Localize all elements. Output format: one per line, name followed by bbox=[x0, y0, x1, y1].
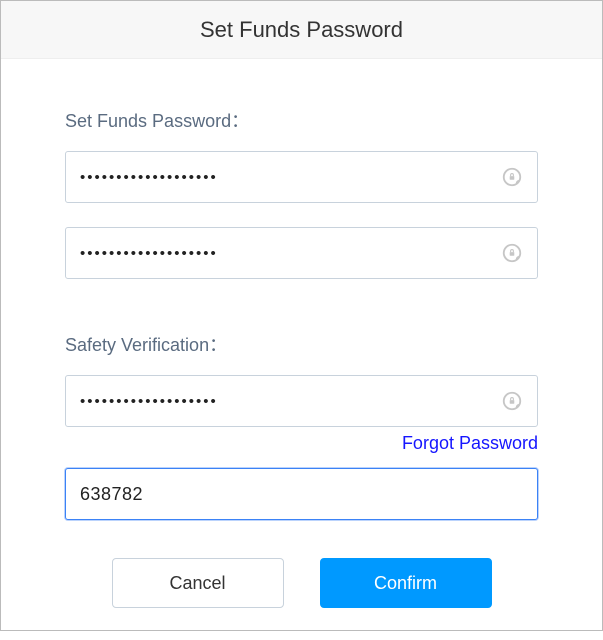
confirm-button[interactable]: Confirm bbox=[320, 558, 492, 608]
forgot-password-row: Forgot Password bbox=[65, 433, 538, 454]
funds-password-input-2[interactable] bbox=[65, 227, 538, 279]
verification-code-input-wrap bbox=[65, 468, 538, 520]
set-funds-password-dialog: Set Funds Password Set Funds Password： bbox=[0, 0, 603, 631]
funds-password-input-wrap-2 bbox=[65, 227, 538, 279]
safety-password-input[interactable] bbox=[65, 375, 538, 427]
cancel-button[interactable]: Cancel bbox=[112, 558, 284, 608]
password-lock-icon bbox=[500, 165, 524, 189]
funds-password-label: Set Funds Password： bbox=[65, 107, 538, 133]
safety-verification-label: Safety Verification： bbox=[65, 331, 538, 357]
funds-password-input-wrap-1 bbox=[65, 151, 538, 203]
password-lock-icon bbox=[500, 241, 524, 265]
password-lock-icon bbox=[500, 389, 524, 413]
dialog-header: Set Funds Password bbox=[1, 1, 602, 59]
safety-password-input-wrap bbox=[65, 375, 538, 427]
verification-code-input[interactable] bbox=[65, 468, 538, 520]
dialog-body: Set Funds Password： bbox=[1, 59, 602, 640]
button-row: Cancel Confirm bbox=[65, 558, 538, 608]
dialog-title: Set Funds Password bbox=[200, 17, 403, 43]
forgot-password-link[interactable]: Forgot Password bbox=[402, 433, 538, 454]
funds-password-input-1[interactable] bbox=[65, 151, 538, 203]
